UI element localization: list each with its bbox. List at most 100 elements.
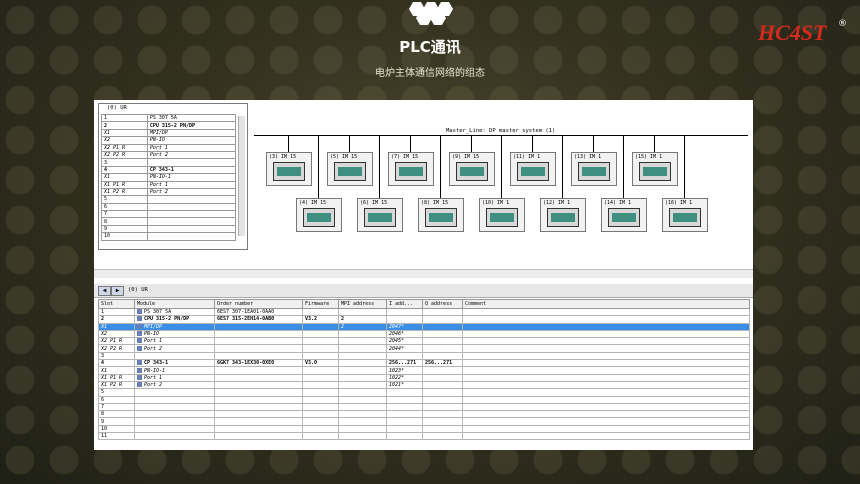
rack-row[interactable]: 6 [101, 202, 237, 212]
column-header[interactable]: Module [134, 299, 215, 309]
table-row[interactable]: 4 CP 343-1 6GK7 343-1EX30-0XE0 V3.0 256...27… [98, 359, 750, 368]
table-row[interactable]: X2 PN-IO 2046* [98, 329, 750, 339]
cell-i [386, 424, 423, 434]
column-header[interactable]: Order number [214, 299, 303, 309]
rack-row[interactable]: X2 P2 R Port 2 [101, 150, 237, 160]
cell-text: 7 [101, 404, 105, 410]
dp-slave-station[interactable]: (13) IM 1 [571, 152, 617, 186]
column-header[interactable]: Slot [98, 299, 135, 309]
dp-slave-station[interactable]: (7) IM 15 [388, 152, 434, 186]
rack-row[interactable]: 9 [101, 224, 237, 234]
rack-row[interactable]: 5 [101, 195, 237, 204]
dp-slave-station[interactable]: (5) IM 15 [327, 152, 373, 186]
table-row[interactable]: 6 [98, 395, 750, 404]
cell-text: MPI/DP [144, 323, 163, 330]
station-label: (4) IM 15 [299, 200, 327, 206]
cell-mpi [338, 351, 387, 361]
rack-module [146, 210, 237, 219]
cell-i: 2045* [386, 337, 423, 346]
bus-drop-line [379, 136, 380, 198]
cell-text: 10 [101, 425, 108, 432]
column-header[interactable]: Q address [422, 299, 463, 309]
rack-row[interactable]: 1 PS 307 5A [101, 113, 237, 123]
cell-c [462, 344, 750, 353]
network-scrollbar[interactable] [94, 269, 753, 278]
table-row[interactable]: 5 [98, 388, 750, 397]
table-row[interactable]: 7 [98, 402, 750, 412]
rack-row[interactable]: 7 [101, 210, 237, 219]
cell-module [134, 351, 215, 361]
table-row[interactable]: 11 [98, 432, 750, 441]
rack-row[interactable]: X1 MPI/DP [101, 128, 237, 138]
cell-c [462, 380, 750, 390]
cell-module [134, 432, 215, 441]
cell-text: CP 343-1 [144, 360, 169, 367]
table-row[interactable]: 3 [98, 351, 750, 361]
table-row[interactable]: 9 [98, 417, 750, 426]
rack-row[interactable]: 4 CP 343-1 [101, 165, 237, 175]
rack-slot: X1 P2 R [101, 187, 148, 197]
back-arrow-icon[interactable]: ◀ [98, 286, 111, 296]
dp-slave-station[interactable]: (15) IM 1 [632, 152, 678, 186]
dp-slave-station[interactable]: (3) IM 15 [266, 152, 312, 186]
cell-mpi: 2 [338, 315, 387, 324]
cell-q [422, 432, 463, 441]
rack-row[interactable]: 2 CPU 315-2 PN/DP [101, 121, 237, 130]
rack-slot: X1 P1 R [101, 180, 148, 189]
rack-row[interactable]: X1 P1 R Port 1 [101, 180, 237, 189]
forward-arrow-icon[interactable]: ▶ [111, 286, 124, 296]
rack-row[interactable]: X2 P1 R Port 1 [101, 143, 237, 152]
station-label: (3) IM 15 [269, 154, 297, 160]
rack-module-icon [334, 162, 366, 181]
cell-q [422, 322, 463, 331]
table-row[interactable]: X2 P2 R Port 2 2044* [98, 344, 750, 353]
column-header[interactable]: Firmware [302, 299, 339, 309]
table-row[interactable]: X1 P1 R Port 1 1022* [98, 373, 750, 382]
dp-slave-station[interactable]: (6) IM 15 [357, 198, 403, 232]
rack-module: CPU 315-2 PN/DP [146, 121, 237, 130]
table-row[interactable]: X2 P1 R Port 1 2045* [98, 337, 750, 346]
bus-drop-line [318, 136, 319, 198]
rack-table: 1 PS 307 5A 2 CPU 315-2 PN/DP X1 MPI/DP X2 PN-I… [101, 113, 237, 241]
dp-slave-station[interactable]: (12) IM 1 [540, 198, 586, 232]
dp-slave-station[interactable]: (10) IM 1 [479, 198, 525, 232]
cell-fw: V3.2 [302, 315, 339, 324]
column-header[interactable]: Comment [462, 299, 750, 309]
table-row[interactable]: 8 [98, 410, 750, 419]
table-row[interactable]: 2 CPU 315-2 PN/DP 6ES7 315-2EH14-0AB0 V3.2 2 [98, 315, 750, 324]
cell-q [422, 351, 463, 361]
rack-row[interactable]: 10 [101, 232, 237, 241]
rack-row[interactable]: 3 [101, 158, 237, 167]
dp-slave-station[interactable]: (14) IM 1 [601, 198, 647, 232]
dp-slave-station[interactable]: (8) IM 15 [418, 198, 464, 232]
bus-drop-line [623, 136, 624, 198]
cell-q [422, 402, 463, 412]
module-icon [137, 324, 142, 329]
dp-slave-station[interactable]: (9) IM 15 [449, 152, 495, 186]
dp-slave-station[interactable]: (16) IM 1 [662, 198, 708, 232]
table-row[interactable]: 10 [98, 424, 750, 434]
table-row[interactable]: X1 MPI/DP 2 2047* [98, 322, 750, 331]
column-header[interactable]: I add... [386, 299, 423, 309]
dp-slave-station[interactable]: (4) IM 15 [296, 198, 342, 232]
rack-scrollbar[interactable] [238, 116, 245, 236]
table-row[interactable]: X1 P2 R Port 2 1021* [98, 380, 750, 390]
cell-mpi [338, 402, 387, 412]
table-row[interactable]: 1 PS 307 5A 6ES7 307-1EA01-0AA0 [98, 307, 750, 317]
rack-module: Port 1 [146, 143, 237, 152]
table-row[interactable]: X1 PN-IO-1 1023* [98, 366, 750, 375]
dp-slave-station[interactable]: (11) IM 1 [510, 152, 556, 186]
cell-mpi [338, 329, 387, 339]
rack-row[interactable]: X1 PN-IO-1 [101, 173, 237, 182]
rack-row[interactable]: X1 P2 R Port 2 [101, 187, 237, 197]
column-header[interactable]: MPI address [338, 299, 387, 309]
cell-text: X2 [101, 331, 108, 338]
rack-row[interactable]: X2 PN-IO [101, 136, 237, 145]
rack-row[interactable]: 8 [101, 217, 237, 226]
cell-text: 6GK7 343-1EX30-0XE0 [217, 360, 275, 367]
cell-slot: 5 [98, 388, 135, 397]
rack-panel[interactable]: (0) UR 1 PS 307 5A 2 CPU 315-2 PN/DP X1 MPI/D… [98, 103, 248, 250]
rack-slot: 10 [101, 232, 148, 241]
cell-q [422, 329, 463, 339]
station-label: (12) IM 1 [543, 200, 571, 206]
